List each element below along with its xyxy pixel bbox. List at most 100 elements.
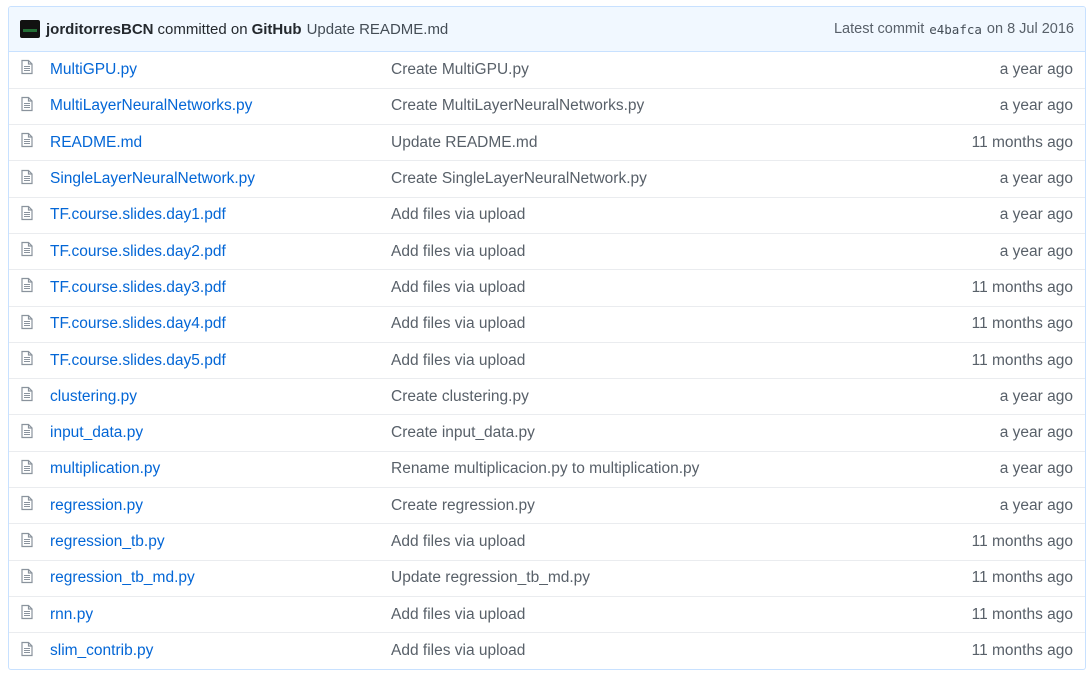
file-row: MultiGPU.py Create MultiGPU.py a year ag…	[9, 52, 1085, 88]
file-age: 11 months ago	[971, 351, 1073, 369]
file-commit-message-cell: Add files via upload	[391, 305, 893, 343]
file-commit-message-link[interactable]: Create regression.py	[391, 497, 535, 514]
file-name-link[interactable]: input_data.py	[50, 424, 143, 441]
file-commit-message-link[interactable]: Add files via upload	[391, 315, 525, 332]
file-name-cell: TF.course.slides.day1.pdf	[50, 196, 391, 234]
file-icon-cell	[9, 269, 50, 307]
file-age-cell: 11 months ago	[893, 559, 1085, 597]
file-icon-cell	[9, 52, 50, 88]
author-avatar[interactable]	[20, 20, 40, 38]
file-name-link[interactable]: regression_tb_md.py	[50, 569, 195, 586]
file-commit-message-cell: Create input_data.py	[391, 414, 893, 452]
file-name-link[interactable]: TF.course.slides.day5.pdf	[50, 352, 226, 369]
file-icon-cell	[9, 341, 50, 379]
file-age: 11 months ago	[971, 605, 1073, 623]
file-age: a year ago	[999, 496, 1073, 514]
file-icon	[20, 59, 34, 80]
file-name-link[interactable]: TF.course.slides.day3.pdf	[50, 279, 226, 296]
commit-author-link[interactable]: jorditorresBCN	[46, 21, 154, 38]
file-commit-message-cell: Create MultiLayerNeuralNetworks.py	[391, 87, 893, 125]
file-name-link[interactable]: README.md	[50, 134, 142, 151]
file-commit-message-link[interactable]: Add files via upload	[391, 243, 525, 260]
file-name-link[interactable]: rnn.py	[50, 606, 93, 623]
file-commit-message-cell: Add files via upload	[391, 341, 893, 379]
file-commit-message-cell: Create SingleLayerNeuralNetwork.py	[391, 160, 893, 198]
file-name-cell: MultiLayerNeuralNetworks.py	[50, 87, 391, 125]
file-icon-cell	[9, 87, 50, 125]
file-row: clustering.py Create clustering.py a yea…	[9, 378, 1085, 415]
file-icon-cell	[9, 450, 50, 488]
file-name-cell: MultiGPU.py	[50, 52, 391, 88]
file-commit-message-link[interactable]: Create input_data.py	[391, 424, 535, 441]
file-commit-message-link[interactable]: Update README.md	[391, 134, 537, 151]
file-age: 11 months ago	[971, 315, 1073, 333]
latest-commit-label: Latest commit	[833, 21, 925, 37]
file-icon-cell	[9, 632, 50, 670]
file-age: a year ago	[999, 460, 1073, 478]
file-name-link[interactable]: multiplication.py	[50, 460, 160, 477]
file-age-cell: a year ago	[893, 378, 1085, 415]
file-name-link[interactable]: TF.course.slides.day2.pdf	[50, 243, 226, 260]
committed-on-text: committed on	[157, 20, 248, 38]
file-age-cell: a year ago	[893, 232, 1085, 270]
file-icon	[20, 568, 34, 589]
file-row: regression_tb.py Add files via upload 11…	[9, 523, 1085, 561]
file-commit-message-link[interactable]: Update regression_tb_md.py	[391, 569, 590, 586]
file-commit-message-cell: Create MultiGPU.py	[391, 52, 893, 88]
file-name-link[interactable]: clustering.py	[50, 388, 137, 405]
file-name-link[interactable]: regression.py	[50, 497, 143, 514]
file-icon	[20, 495, 34, 516]
file-commit-message-cell: Rename multiplicacion.py to multiplicati…	[391, 450, 893, 488]
file-icon	[20, 169, 34, 190]
file-name-link[interactable]: MultiGPU.py	[50, 61, 137, 78]
file-age: a year ago	[999, 387, 1073, 405]
file-icon-cell	[9, 414, 50, 452]
file-name-link[interactable]: regression_tb.py	[50, 533, 165, 550]
file-commit-message-link[interactable]: Add files via upload	[391, 606, 525, 623]
file-icon	[20, 532, 34, 553]
file-commit-message-link[interactable]: Add files via upload	[391, 642, 525, 659]
file-commit-message-cell: Add files via upload	[391, 196, 893, 234]
file-commit-message-cell: Update regression_tb_md.py	[391, 559, 893, 597]
file-row: rnn.py Add files via upload 11 months ag…	[9, 595, 1085, 633]
file-name-cell: SingleLayerNeuralNetwork.py	[50, 160, 391, 198]
file-commit-message-link[interactable]: Create clustering.py	[391, 388, 529, 405]
file-commit-message-link[interactable]: Add files via upload	[391, 279, 525, 296]
file-icon	[20, 386, 34, 407]
file-commit-message-link[interactable]: Rename multiplicacion.py to multiplicati…	[391, 460, 699, 477]
file-name-link[interactable]: slim_contrib.py	[50, 642, 153, 659]
file-row: SingleLayerNeuralNetwork.py Create Singl…	[9, 160, 1085, 198]
commit-message-link[interactable]: Update README.md	[307, 21, 449, 38]
file-name-link[interactable]: TF.course.slides.day1.pdf	[50, 206, 226, 223]
file-name-cell: regression_tb_md.py	[50, 559, 391, 597]
commit-sha-link[interactable]: e4bafca	[929, 22, 982, 37]
file-commit-message-link[interactable]: Create MultiGPU.py	[391, 61, 529, 78]
file-icon-cell	[9, 595, 50, 633]
file-commit-message-link[interactable]: Add files via upload	[391, 352, 525, 369]
file-name-link[interactable]: TF.course.slides.day4.pdf	[50, 315, 226, 332]
file-age: 11 months ago	[971, 278, 1073, 296]
file-commit-message-link[interactable]: Add files via upload	[391, 533, 525, 550]
file-name-link[interactable]: MultiLayerNeuralNetworks.py	[50, 97, 252, 114]
file-commit-message-cell: Add files via upload	[391, 269, 893, 307]
file-name-cell: slim_contrib.py	[50, 632, 391, 670]
file-name-cell: TF.course.slides.day2.pdf	[50, 232, 391, 270]
file-icon-cell	[9, 196, 50, 234]
file-row: TF.course.slides.day1.pdf Add files via …	[9, 196, 1085, 234]
file-icon-cell	[9, 124, 50, 161]
file-icon	[20, 132, 34, 153]
file-age: 11 months ago	[971, 569, 1073, 587]
file-icon	[20, 241, 34, 262]
file-icon	[20, 96, 34, 117]
file-table: MultiGPU.py Create MultiGPU.py a year ag…	[9, 52, 1085, 670]
file-icon	[20, 314, 34, 335]
file-name-cell: rnn.py	[50, 595, 391, 633]
file-commit-message-link[interactable]: Create MultiLayerNeuralNetworks.py	[391, 97, 644, 114]
file-commit-message-cell: Create clustering.py	[391, 378, 893, 415]
file-age: a year ago	[999, 242, 1073, 260]
file-name-link[interactable]: SingleLayerNeuralNetwork.py	[50, 170, 255, 187]
file-icon	[20, 277, 34, 298]
file-commit-message-link[interactable]: Add files via upload	[391, 206, 525, 223]
file-commit-message-link[interactable]: Create SingleLayerNeuralNetwork.py	[391, 170, 647, 187]
file-commit-message-cell: Add files via upload	[391, 595, 893, 633]
